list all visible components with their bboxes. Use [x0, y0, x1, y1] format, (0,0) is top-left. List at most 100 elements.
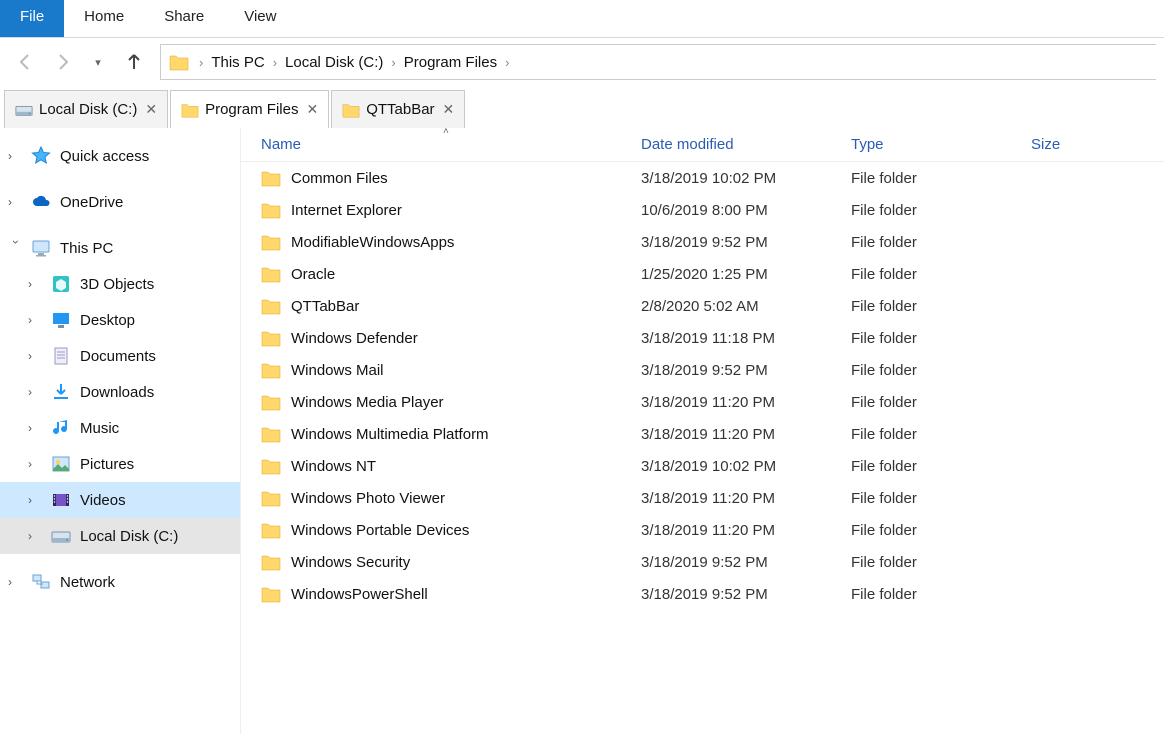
tree-item-quick-access[interactable]: › Quick access [0, 138, 240, 174]
chevron-right-icon[interactable]: › [28, 313, 44, 327]
tree-label: 3D Objects [80, 276, 154, 293]
file-name: Windows Portable Devices [291, 522, 641, 539]
column-headers: ˄ Name Date modified Type Size [241, 128, 1164, 162]
file-row[interactable]: Windows Mail 3/18/2019 9:52 PM File fold… [241, 354, 1164, 386]
chevron-right-icon[interactable]: › [28, 529, 44, 543]
tree-item[interactable]: › Local Disk (C:) [0, 518, 240, 554]
chevron-right-icon[interactable]: › [391, 55, 395, 70]
tab-close-button[interactable]: ✕ [145, 101, 157, 118]
chevron-right-icon[interactable]: › [199, 55, 203, 70]
file-date: 3/18/2019 9:52 PM [641, 586, 851, 603]
folder-icon [261, 328, 281, 348]
folder-icon [261, 296, 281, 316]
chevron-right-icon[interactable]: › [28, 277, 44, 291]
tab-close-button[interactable]: ✕ [443, 101, 455, 118]
chevron-right-icon[interactable]: › [8, 149, 24, 163]
column-header-type[interactable]: Type [851, 136, 1031, 153]
folder-icon [261, 360, 281, 380]
file-row[interactable]: Windows Defender 3/18/2019 11:18 PM File… [241, 322, 1164, 354]
file-date: 10/6/2019 8:00 PM [641, 202, 851, 219]
file-row[interactable]: QTTabBar 2/8/2020 5:02 AM File folder [241, 290, 1164, 322]
folder-tab[interactable]: Local Disk (C:) ✕ [4, 90, 168, 128]
tree-label: Videos [80, 492, 126, 509]
ribbon-tab-home[interactable]: Home [64, 0, 144, 37]
pc-icon [30, 237, 52, 259]
tree-item[interactable]: › Music [0, 410, 240, 446]
documents-icon [50, 345, 72, 367]
tree-item-onedrive[interactable]: › OneDrive [0, 184, 240, 220]
file-row[interactable]: Windows Portable Devices 3/18/2019 11:20… [241, 514, 1164, 546]
file-row[interactable]: Oracle 1/25/2020 1:25 PM File folder [241, 258, 1164, 290]
file-name: Windows Security [291, 554, 641, 571]
file-row[interactable]: Windows NT 3/18/2019 10:02 PM File folde… [241, 450, 1164, 482]
tree-item[interactable]: › Videos [0, 482, 240, 518]
file-row[interactable]: Windows Media Player 3/18/2019 11:20 PM … [241, 386, 1164, 418]
column-header-date[interactable]: Date modified [641, 136, 851, 153]
breadcrumb-item[interactable]: This PC [209, 50, 266, 75]
tab-strip: Local Disk (C:) ✕ Program Files ✕ QTTabB… [0, 86, 1164, 128]
file-type: File folder [851, 394, 1031, 411]
forward-button[interactable] [48, 48, 76, 76]
chevron-right-icon[interactable]: › [273, 55, 277, 70]
tab-label: Program Files [205, 101, 298, 118]
file-type: File folder [851, 298, 1031, 315]
tab-close-button[interactable]: ✕ [306, 101, 318, 118]
ribbon-tab-file[interactable]: File [0, 0, 64, 37]
tree-item[interactable]: › 3D Objects [0, 266, 240, 302]
tree-label: Quick access [60, 148, 149, 165]
folder-icon [261, 488, 281, 508]
file-type: File folder [851, 266, 1031, 283]
drive-icon [15, 101, 33, 119]
file-type: File folder [851, 330, 1031, 347]
file-type: File folder [851, 170, 1031, 187]
file-name: Windows Photo Viewer [291, 490, 641, 507]
folder-tab[interactable]: Program Files ✕ [170, 90, 329, 128]
breadcrumb-item[interactable]: Local Disk (C:) [283, 50, 385, 75]
file-date: 3/18/2019 11:18 PM [641, 330, 851, 347]
chevron-right-icon[interactable]: › [28, 493, 44, 507]
chevron-down-icon[interactable]: › [9, 240, 23, 256]
file-name: QTTabBar [291, 298, 641, 315]
folder-icon [261, 520, 281, 540]
column-header-size[interactable]: Size [1031, 136, 1164, 153]
address-bar[interactable]: › This PC › Local Disk (C:) › Program Fi… [160, 44, 1156, 80]
file-row[interactable]: WindowsPowerShell 3/18/2019 9:52 PM File… [241, 578, 1164, 610]
tree-label: Downloads [80, 384, 154, 401]
tree-item-network[interactable]: › Network [0, 564, 240, 600]
tree-item-this-pc[interactable]: › This PC [0, 230, 240, 266]
column-header-name[interactable]: Name [261, 136, 641, 153]
up-button[interactable] [120, 48, 148, 76]
tree-item[interactable]: › Pictures [0, 446, 240, 482]
back-button[interactable] [12, 48, 40, 76]
chevron-right-icon[interactable]: › [28, 421, 44, 435]
tree-item[interactable]: › Documents [0, 338, 240, 374]
chevron-right-icon[interactable]: › [505, 55, 509, 70]
tree-item[interactable]: › Downloads [0, 374, 240, 410]
folder-icon [261, 552, 281, 572]
chevron-right-icon[interactable]: › [8, 195, 24, 209]
tree-label: Pictures [80, 456, 134, 473]
file-row[interactable]: Common Files 3/18/2019 10:02 PM File fol… [241, 162, 1164, 194]
chevron-right-icon[interactable]: › [8, 575, 24, 589]
chevron-right-icon[interactable]: › [28, 349, 44, 363]
file-row[interactable]: Windows Security 3/18/2019 9:52 PM File … [241, 546, 1164, 578]
tree-label: Desktop [80, 312, 135, 329]
file-row[interactable]: Internet Explorer 10/6/2019 8:00 PM File… [241, 194, 1164, 226]
chevron-right-icon[interactable]: › [28, 457, 44, 471]
file-row[interactable]: Windows Photo Viewer 3/18/2019 11:20 PM … [241, 482, 1164, 514]
folder-icon [261, 200, 281, 220]
recent-locations-dropdown[interactable]: ▾ [84, 48, 112, 76]
breadcrumb-item[interactable]: Program Files [402, 50, 499, 75]
tree-item[interactable]: › Desktop [0, 302, 240, 338]
file-name: Internet Explorer [291, 202, 641, 219]
chevron-right-icon[interactable]: › [28, 385, 44, 399]
folder-tab[interactable]: QTTabBar ✕ [331, 90, 465, 128]
folder-icon [261, 264, 281, 284]
folder-icon [169, 52, 189, 72]
ribbon-tab-view[interactable]: View [224, 0, 296, 37]
star-icon [30, 145, 52, 167]
file-row[interactable]: ModifiableWindowsApps 3/18/2019 9:52 PM … [241, 226, 1164, 258]
ribbon-tab-share[interactable]: Share [144, 0, 224, 37]
file-row[interactable]: Windows Multimedia Platform 3/18/2019 11… [241, 418, 1164, 450]
file-date: 3/18/2019 11:20 PM [641, 394, 851, 411]
